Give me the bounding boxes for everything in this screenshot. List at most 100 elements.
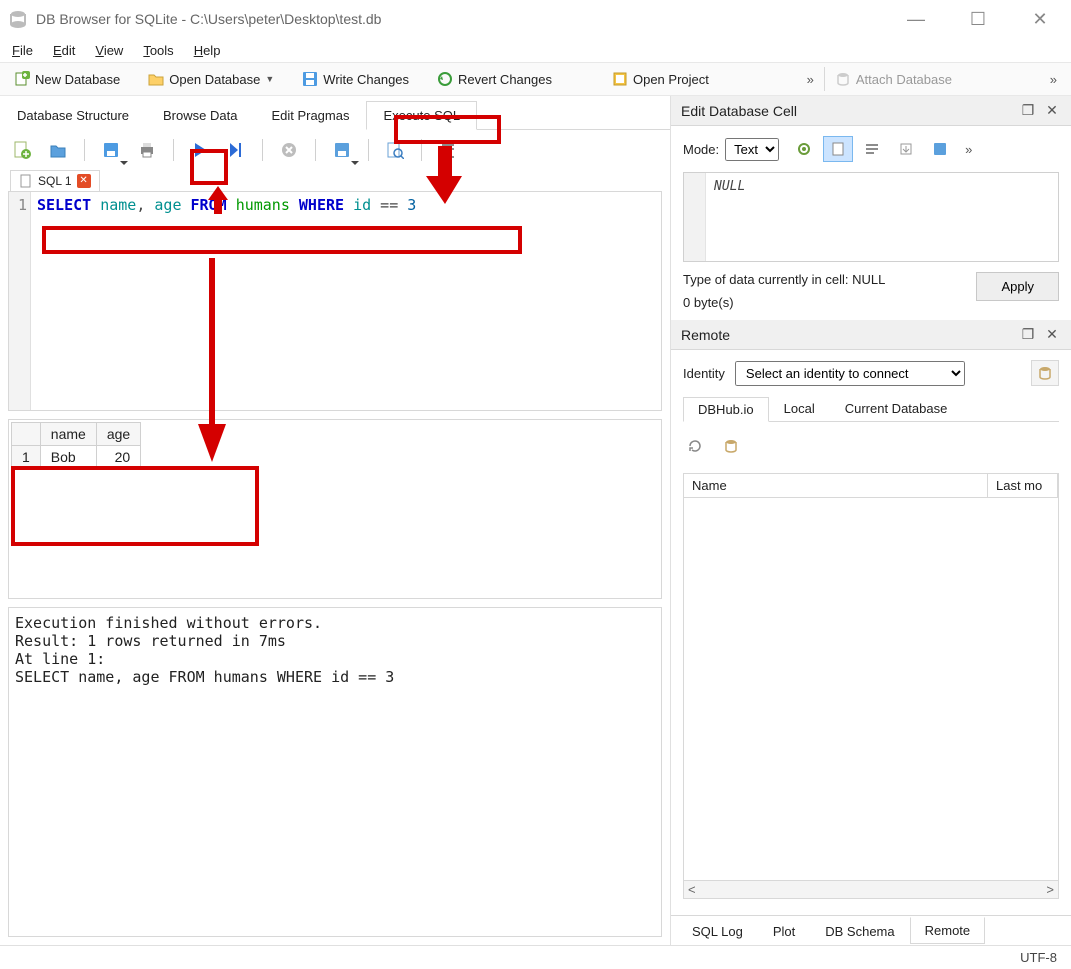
text-mode-icon[interactable] (823, 136, 853, 162)
save-sql-icon[interactable] (97, 136, 125, 164)
remote-title: Remote (681, 327, 1013, 343)
tab-dbhub[interactable]: DBHub.io (683, 397, 769, 422)
cell-name[interactable]: Bob (40, 446, 96, 469)
identity-select[interactable]: Select an identity to connect (735, 361, 965, 386)
new-database-label: New Database (35, 72, 120, 87)
remote-col-last[interactable]: Last mo (988, 474, 1058, 497)
title-bar: DB Browser for SQLite - C:\Users\peter\D… (0, 0, 1071, 38)
remote-table-body[interactable] (684, 498, 1058, 880)
window-title: DB Browser for SQLite - C:\Users\peter\D… (36, 11, 901, 27)
open-database-button[interactable]: Open Database ▼ (138, 67, 284, 91)
menu-file[interactable]: File (4, 41, 41, 60)
open-sql-file-icon[interactable] (44, 136, 72, 164)
tab-current-database[interactable]: Current Database (830, 396, 963, 421)
indent-icon[interactable] (434, 136, 462, 164)
dock-icon[interactable]: ❐ (1019, 102, 1037, 119)
remote-scrollbar[interactable]: <> (684, 880, 1058, 898)
new-sql-tab-icon[interactable] (8, 136, 36, 164)
log-pane[interactable]: Execution finished without errors. Resul… (8, 607, 662, 937)
menu-edit[interactable]: Edit (45, 41, 83, 60)
app-icon (8, 9, 28, 29)
open-database-label: Open Database (169, 72, 260, 87)
close-sql-tab-icon[interactable]: ✕ (77, 174, 91, 188)
new-database-button[interactable]: New Database (4, 67, 130, 91)
mode-label: Mode: (683, 142, 719, 157)
identity-label: Identity (683, 366, 725, 381)
toolbar-overflow[interactable]: » (797, 72, 824, 87)
cell-age[interactable]: 20 (96, 446, 140, 469)
refresh-icon[interactable] (687, 438, 703, 457)
main-tabs: Database Structure Browse Data Edit Prag… (0, 100, 670, 130)
menu-bar: File Edit View Tools Help (0, 38, 1071, 62)
result-col-age[interactable]: age (96, 423, 140, 446)
write-changes-button[interactable]: Write Changes (292, 67, 419, 91)
tab-database-structure[interactable]: Database Structure (0, 101, 146, 130)
maximize-button[interactable]: ☐ (963, 9, 993, 30)
write-changes-label: Write Changes (323, 72, 409, 87)
bottom-tabs: SQL Log Plot DB Schema Remote (671, 915, 1071, 945)
status-bar: UTF-8 (0, 945, 1071, 969)
remote-tabs: DBHub.io Local Current Database (683, 396, 1059, 422)
tab-plot[interactable]: Plot (758, 919, 810, 945)
document-icon (19, 174, 33, 188)
db-icon[interactable] (723, 438, 739, 457)
apply-button[interactable]: Apply (976, 272, 1059, 301)
indent-mode-icon[interactable] (857, 136, 887, 162)
edit-cell-title: Edit Database Cell (681, 103, 1013, 119)
open-project-label: Open Project (633, 72, 709, 87)
open-project-button[interactable]: Open Project (602, 67, 719, 91)
tab-remote[interactable]: Remote (910, 917, 986, 944)
result-table: name age 1 Bob 20 (11, 422, 141, 469)
tab-browse-data[interactable]: Browse Data (146, 101, 254, 130)
execute-all-icon[interactable] (186, 136, 214, 164)
tab-local[interactable]: Local (769, 396, 830, 421)
close-button[interactable]: ✕ (1025, 9, 1055, 30)
editor-code[interactable]: SELECT name, age FROM humans WHERE id ==… (31, 192, 661, 410)
print-icon[interactable] (133, 136, 161, 164)
editor-gutter: 1 (9, 192, 31, 410)
menu-view[interactable]: View (87, 41, 131, 60)
cell-size-text: 0 byte(s) (683, 295, 885, 310)
attach-database-button[interactable]: Attach Database (825, 67, 962, 91)
main-toolbar: New Database Open Database ▼ Write Chang… (0, 62, 1071, 96)
remote-col-name[interactable]: Name (684, 474, 988, 497)
sql-editor[interactable]: 1 SELECT name, age FROM humans WHERE id … (8, 191, 662, 411)
status-encoding: UTF-8 (1020, 950, 1057, 965)
sql-tab-1[interactable]: SQL 1 ✕ (10, 170, 100, 191)
menu-help[interactable]: Help (186, 41, 229, 60)
execute-line-icon[interactable] (222, 136, 250, 164)
stop-icon[interactable] (275, 136, 303, 164)
result-col-name[interactable]: name (40, 423, 96, 446)
close-panel-icon[interactable]: ✕ (1043, 102, 1061, 119)
remote-panel: Remote ❐ ✕ Identity Select an identity t… (671, 320, 1071, 945)
revert-changes-label: Revert Changes (458, 72, 552, 87)
find-icon[interactable] (381, 136, 409, 164)
import-icon[interactable] (891, 136, 921, 162)
attach-database-label: Attach Database (856, 72, 952, 87)
edit-cell-panel: Edit Database Cell ❐ ✕ Mode: Text (671, 96, 1071, 320)
tab-sql-log[interactable]: SQL Log (677, 919, 758, 945)
cell-value-box[interactable]: NULL (683, 172, 1059, 262)
mode-select[interactable]: Text (725, 138, 779, 161)
close-panel-icon[interactable]: ✕ (1043, 326, 1061, 343)
sql-icon-toolbar (0, 130, 670, 170)
menu-tools[interactable]: Tools (135, 41, 181, 60)
dock-icon[interactable]: ❐ (1019, 326, 1037, 343)
revert-changes-button[interactable]: Revert Changes (427, 67, 562, 91)
gear-icon[interactable] (789, 136, 819, 162)
table-row[interactable]: 1 Bob 20 (12, 446, 141, 469)
tab-edit-pragmas[interactable]: Edit Pragmas (254, 101, 366, 130)
db-push-icon[interactable] (1031, 360, 1059, 386)
save-results-icon[interactable] (328, 136, 356, 164)
minimize-button[interactable]: — (901, 9, 931, 30)
toolbar-overflow-2[interactable]: » (1040, 72, 1067, 87)
export-icon[interactable] (925, 136, 955, 162)
tab-db-schema[interactable]: DB Schema (810, 919, 909, 945)
mode-overflow[interactable]: » (965, 142, 972, 157)
cell-type-text: Type of data currently in cell: NULL (683, 272, 885, 287)
cell-value-text: NULL (706, 173, 753, 261)
sql-tab-label: SQL 1 (38, 174, 72, 188)
tab-execute-sql[interactable]: Execute SQL (366, 101, 477, 130)
sql-tabs: SQL 1 ✕ (0, 170, 670, 191)
result-pane[interactable]: name age 1 Bob 20 (8, 419, 662, 599)
